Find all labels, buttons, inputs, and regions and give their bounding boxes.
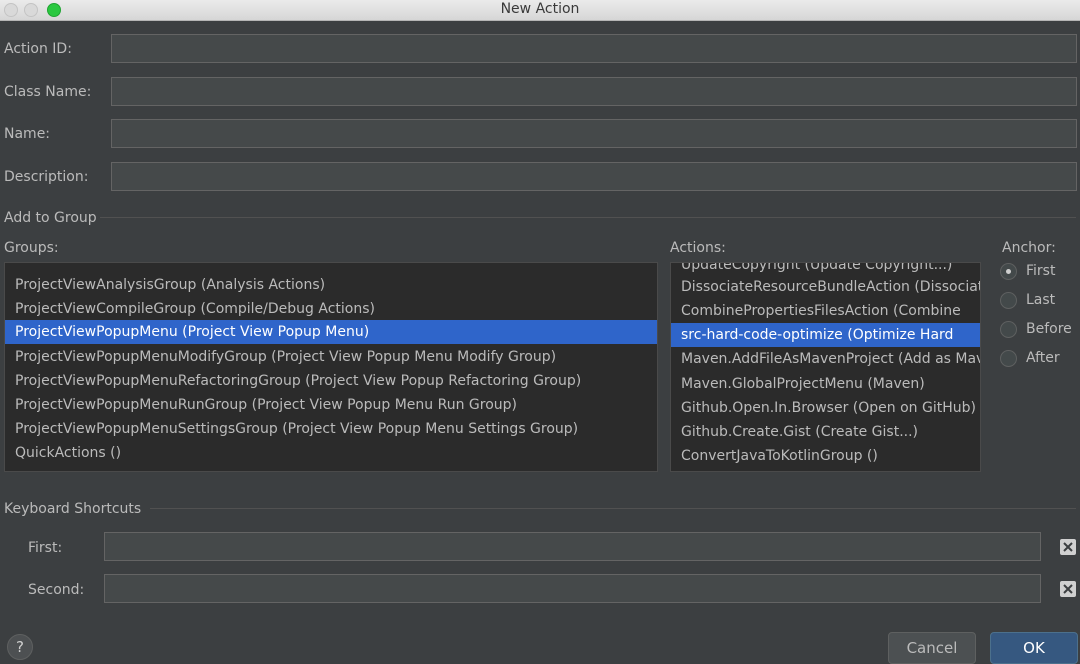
action-id-label: Action ID: [4, 41, 72, 57]
description-label: Description: [4, 169, 89, 185]
radio-unchecked-icon [1000, 350, 1017, 367]
groups-list-item[interactable]: ProjectViewPopupMenuRunGroup (Project Vi… [5, 393, 657, 417]
help-button[interactable]: ? [7, 634, 33, 660]
groups-list-item[interactable]: ProjectViewPopupMenuModifyGroup (Project… [5, 345, 657, 369]
actions-list-item[interactable]: Github.Open.In.Browser (Open on GitHub) [671, 396, 980, 420]
actions-list-item-selected[interactable]: src-hard-code-optimize (Optimize Hard [671, 323, 980, 347]
anchor-label: Anchor: [1002, 240, 1056, 256]
description-input[interactable] [111, 162, 1077, 191]
groups-list-item[interactable]: ProjectViewCompileGroup (Compile/Debug A… [5, 297, 657, 321]
anchor-before-label: Before [1026, 321, 1072, 337]
shortcut-first-label: First: [28, 540, 63, 556]
close-icon [1063, 542, 1073, 552]
add-to-group-heading: Add to Group [4, 210, 97, 226]
actions-list-item[interactable]: DissociateResourceBundleAction (Dissocia… [671, 275, 980, 299]
radio-unchecked-icon [1000, 292, 1017, 309]
window-title: New Action [500, 1, 580, 17]
actions-list-item[interactable]: ConvertJavaToKotlinGroup () [671, 444, 980, 468]
anchor-last-label: Last [1026, 292, 1056, 308]
window-titlebar: New Action [0, 0, 1080, 21]
shortcut-first-input[interactable] [104, 532, 1041, 561]
groups-list-item[interactable]: ProjectViewAnalysisGroup (Analysis Actio… [5, 273, 657, 297]
actions-list-item[interactable]: Github.Create.Gist (Create Gist...) [671, 420, 980, 444]
groups-label: Groups: [4, 240, 59, 256]
clear-second-shortcut-button[interactable] [1060, 581, 1076, 597]
keyboard-shortcuts-divider [150, 508, 1076, 509]
groups-partial-row-top [5, 263, 657, 273]
clear-first-shortcut-button[interactable] [1060, 539, 1076, 555]
shortcut-second-input[interactable] [104, 574, 1041, 603]
groups-list-item-selected[interactable]: ProjectViewPopupMenu (Project View Popup… [5, 320, 657, 344]
anchor-first-label: First [1026, 263, 1056, 279]
shortcut-second-label: Second: [28, 582, 85, 598]
ok-button[interactable]: OK [990, 632, 1078, 664]
anchor-after-label: After [1026, 350, 1060, 366]
class-name-label: Class Name: [4, 84, 92, 100]
name-input[interactable] [111, 119, 1077, 148]
close-icon [1063, 584, 1073, 594]
actions-list-item[interactable]: Maven.GlobalProjectMenu (Maven) [671, 372, 980, 396]
actions-list-item[interactable]: Maven.AddFileAsMavenProject (Add as Mave… [671, 347, 980, 371]
name-label: Name: [4, 126, 51, 142]
groups-list-item[interactable]: ProjectViewPopupMenuRefactoringGroup (Pr… [5, 369, 657, 393]
actions-list[interactable]: UpdateCopyright (Update Copyright...) Di… [670, 262, 981, 472]
radio-unchecked-icon [1000, 321, 1017, 338]
radio-checked-icon [1000, 263, 1017, 280]
groups-list-item[interactable]: QuickActions () [5, 441, 657, 465]
action-id-input[interactable] [111, 34, 1077, 63]
class-name-input[interactable] [111, 77, 1077, 106]
add-to-group-divider [100, 217, 1076, 218]
actions-label: Actions: [670, 240, 726, 256]
actions-list-item[interactable]: CombinePropertiesFilesAction (Combine [671, 299, 980, 323]
groups-list-item[interactable]: ProjectViewPopupMenuSettingsGroup (Proje… [5, 417, 657, 441]
groups-list[interactable]: ProjectViewAnalysisGroup (Analysis Actio… [4, 262, 658, 472]
keyboard-shortcuts-heading: Keyboard Shortcuts [4, 501, 142, 517]
cancel-button[interactable]: Cancel [888, 632, 976, 664]
